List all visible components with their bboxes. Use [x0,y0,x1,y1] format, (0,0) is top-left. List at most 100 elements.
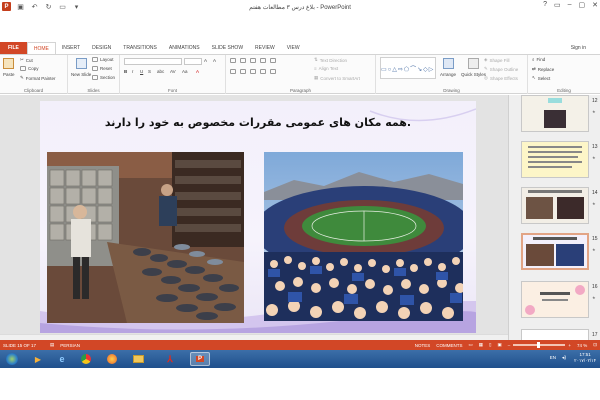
spellcheck-icon[interactable]: ▤ [47,342,57,348]
format-painter-button[interactable]: ✎ Format Painter [20,75,56,81]
thumbnail-number: 14 [592,190,598,196]
shapes-gallery[interactable]: ▭○△⇨⬠⌒↘◇▷⟨⟩☆⬡⌂ [380,57,436,79]
brush-icon: ✎ [20,75,24,80]
start-button[interactable] [2,352,22,366]
tab-design[interactable]: DESIGN [86,42,117,54]
tab-view[interactable]: VIEW [281,42,306,54]
tab-file[interactable]: FILE [0,42,27,54]
convert-smartart-button[interactable]: ▦ Convert to SmartArt [314,75,360,81]
tab-insert[interactable]: INSERT [56,42,86,54]
text-direction-button[interactable]: ⇅ Text Direction [314,57,347,63]
slide-sorter-icon[interactable]: ▦ [476,342,486,348]
system-clock[interactable]: 17:51 ۲۰۱۷/۰۲/۱۴ [574,352,596,364]
increase-indent-button[interactable] [260,58,266,63]
language-indicator[interactable]: PERSIAN [57,343,83,348]
ribbon-display-icon[interactable]: ▭ [554,1,561,9]
justify-icon [260,69,266,74]
copy-button[interactable]: Copy [20,66,39,71]
cut-button[interactable]: ✂ Cut [20,57,33,63]
minimize-button[interactable]: – [568,1,572,9]
select-button[interactable]: ↖ Select [532,75,550,81]
paste-button[interactable]: Paste [3,58,15,77]
font-color-button[interactable]: A [196,69,199,74]
font-size-select[interactable] [184,58,202,65]
reset-button[interactable]: Reset [92,66,112,71]
slide-title[interactable]: همه مکان های عمومی مقررات مخصوص به خود ر… [40,116,476,129]
shoe-shop-photo[interactable] [47,152,244,323]
thumbnail-slide-15[interactable] [521,233,589,270]
bold-button[interactable]: B [124,69,127,74]
shrink-font-button[interactable]: A [213,58,216,63]
zoom-slider[interactable] [513,342,566,348]
firefox-icon[interactable] [102,352,122,366]
shape-effects-button[interactable]: ◎ Shape Effects [484,75,518,81]
pen-icon: ✎ [484,66,488,71]
font-label: Font [167,88,177,93]
columns-button[interactable] [270,69,276,74]
thumbnail-slide-14[interactable] [521,187,589,224]
media-player-icon[interactable]: ▶ [28,352,48,366]
drawing-label: Drawing [443,88,460,93]
close-button[interactable]: ✕ [592,1,598,9]
quick-styles-button[interactable]: Quick Styles [461,58,486,77]
notes-button[interactable]: NOTES [412,343,434,348]
tab-animations[interactable]: ANIMATIONS [163,42,206,54]
tab-review[interactable]: REVIEW [249,42,281,54]
align-left-button[interactable] [230,69,236,74]
thumbnail-slide-13[interactable] [521,141,589,178]
section-button[interactable]: Section [92,75,115,80]
find-button[interactable]: ⌕ Find [532,57,545,62]
spacing-button[interactable]: AV [170,69,176,74]
align-right-button[interactable] [250,69,256,74]
zoom-slider-thumb[interactable] [537,342,541,348]
tab-transitions[interactable]: TRANSITIONS [117,42,163,54]
numbering-button[interactable] [240,58,246,63]
file-explorer-icon[interactable] [128,352,148,366]
fit-slide-icon[interactable]: ⊡ [590,342,600,348]
font-name-select[interactable] [124,58,182,65]
shape-fill-button[interactable]: ◈ Shape Fill [484,57,509,63]
clock-date: ۲۰۱۷/۰۲/۱۴ [574,358,596,363]
shape-outline-button[interactable]: ✎ Shape Outline [484,66,518,72]
strikethrough-button[interactable]: abc [157,69,164,74]
reading-view-icon[interactable]: ▯ [486,342,494,348]
arrange-button[interactable]: Arrange [440,58,456,77]
zoom-out-button[interactable]: – [505,343,514,348]
volume-icon[interactable]: ◂) [562,355,566,361]
slideshow-view-icon[interactable]: ▣ [495,342,505,348]
stadium-photo[interactable] [264,152,463,321]
acrobat-reader-icon[interactable]: ⅄ [160,352,180,366]
current-slide[interactable]: همه مکان های عمومی مقررات مخصوص به خود ر… [40,101,476,333]
align-center-button[interactable] [240,69,246,74]
keyboard-language[interactable]: EN [550,355,556,360]
line-spacing-button[interactable] [270,58,276,63]
change-case-button[interactable]: Aa [182,69,188,74]
thumbnail-slide-12[interactable] [521,95,589,132]
thumbnail-slide-17[interactable] [521,329,589,340]
shadow-button[interactable]: S [148,69,151,74]
sign-in-link[interactable]: Sign in [571,45,586,51]
new-slide-button[interactable]: New Slide [71,58,91,77]
help-icon[interactable]: ? [543,1,547,9]
restore-button[interactable]: ▢ [579,1,586,9]
zoom-level[interactable]: 74 % [574,343,590,348]
powerpoint-taskbar-icon[interactable]: P [190,352,210,366]
window-title: بلاغ درس ۳ مطالعات هفتم - PowerPoint [249,5,351,11]
thumbnail-slide-16[interactable] [521,281,589,318]
tab-home[interactable]: HOME [26,42,56,54]
decrease-indent-button[interactable] [250,58,256,63]
layout-button[interactable]: Layout [92,57,114,62]
zoom-in-button[interactable]: + [565,343,574,348]
italic-button[interactable]: I [132,69,133,74]
align-text-button[interactable]: ≡ Align Text [314,66,338,71]
underline-button[interactable]: U [140,69,143,74]
internet-explorer-icon[interactable]: e [52,352,72,366]
justify-button[interactable] [260,69,266,74]
normal-view-icon[interactable]: ▭ [466,342,476,348]
replace-button[interactable]: ⇄ Replace [532,66,554,72]
bullets-button[interactable] [230,58,236,63]
grow-font-button[interactable]: A [204,58,207,63]
tab-slide-show[interactable]: SLIDE SHOW [206,42,249,54]
chrome-icon[interactable] [76,352,96,366]
comments-button[interactable]: COMMENTS [433,343,465,348]
